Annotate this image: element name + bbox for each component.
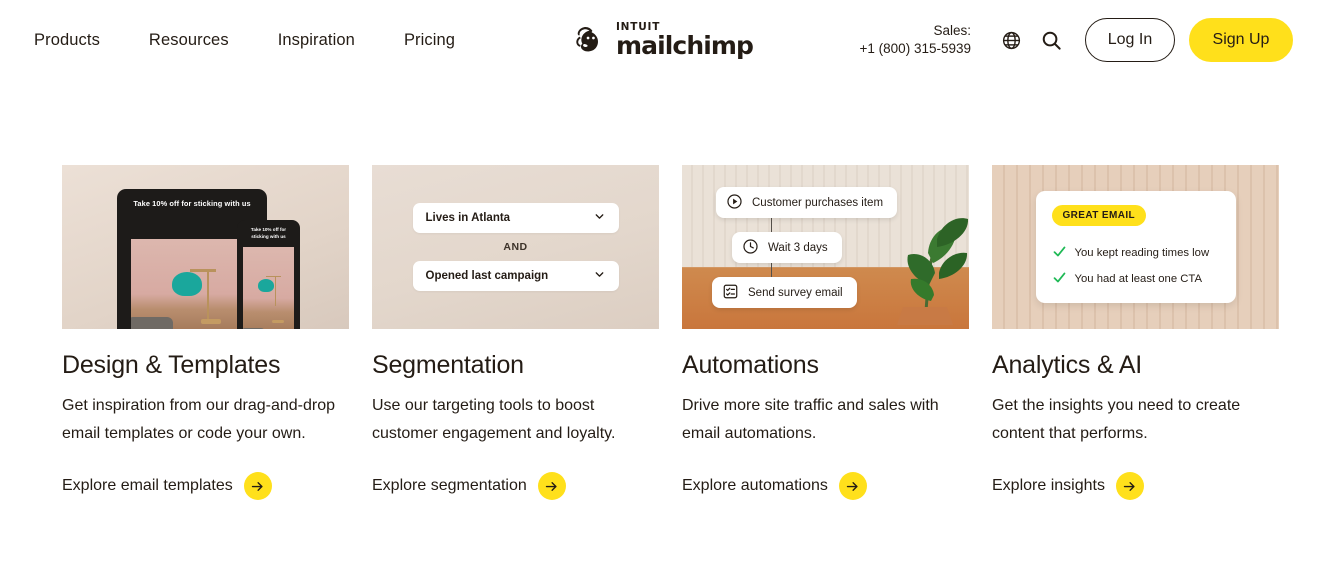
card-cta-label: Explore automations <box>682 477 828 494</box>
check-icon <box>1052 270 1067 288</box>
segment-condition-two[interactable]: Opened last campaign <box>412 261 619 291</box>
nav-item-pricing[interactable]: Pricing <box>404 25 455 56</box>
card-title: Automations <box>682 351 819 379</box>
sales-phone-number[interactable]: +1 (800) 315-5939 <box>860 40 971 58</box>
card-cta-explore-insights[interactable]: Explore insights <box>992 472 1279 500</box>
mailchimp-wordmark: mailchimp <box>615 31 754 61</box>
card-cta-explore-segmentation[interactable]: Explore segmentation <box>372 472 659 500</box>
automation-step-label: Send survey email <box>748 286 843 299</box>
arrow-right-icon <box>537 472 566 500</box>
card-description: Use our targeting tools to boost custome… <box>372 397 616 442</box>
mailchimp-logo[interactable]: INTUIT mailchimp <box>574 20 754 61</box>
feature-card-segmentation: Lives in Atlanta AND Opened last campaig… <box>372 165 659 500</box>
nav-item-resources[interactable]: Resources <box>149 25 229 56</box>
arrow-right-icon <box>838 472 867 500</box>
card-media-automation-flow: Customer purchases item Wait 3 days Send… <box>682 165 969 329</box>
card-title: Design & Templates <box>62 351 281 379</box>
email-insight-panel: GREAT EMAIL You kept reading times low Y… <box>1035 191 1236 303</box>
card-cta-explore-automations[interactable]: Explore automations <box>682 472 969 500</box>
lamp-arm <box>206 269 210 321</box>
phone-lamp-base <box>271 319 284 323</box>
feature-card-analytics-ai: GREAT EMAIL You kept reading times low Y… <box>992 165 1279 500</box>
chevron-down-icon <box>593 210 606 226</box>
card-cta-label: Explore insights <box>992 477 1105 494</box>
phone-chair <box>243 328 265 329</box>
card-media-segment-builder: Lives in Atlanta AND Opened last campaig… <box>372 165 659 329</box>
insight-check-row: You kept reading times low <box>1052 244 1220 262</box>
site-header: Products Resources Inspiration Pricing I… <box>0 0 1327 80</box>
segment-builder-scene: Lives in Atlanta AND Opened last campaig… <box>372 165 659 329</box>
chair <box>131 317 173 329</box>
sign-up-button[interactable]: Sign Up <box>1189 18 1293 62</box>
logo-wordmark: INTUIT mailchimp <box>615 20 754 61</box>
nav-item-inspiration[interactable]: Inspiration <box>278 25 355 56</box>
insight-check-label: You kept reading times low <box>1074 247 1210 259</box>
card-media-device-mockup: Take 10% off for sticking with us Take 1… <box>62 165 349 329</box>
insight-check-row: You had at least one CTA <box>1052 270 1220 288</box>
sales-label: Sales: <box>933 22 971 38</box>
primary-nav: Products Resources Inspiration Pricing <box>34 25 504 56</box>
lamp-shade <box>172 272 203 296</box>
flow-connector <box>771 218 773 232</box>
card-cta-label: Explore segmentation <box>372 477 527 494</box>
clock-icon <box>742 238 759 258</box>
segment-condition-one-label: Lives in Atlanta <box>425 212 511 224</box>
feature-card-design-templates: Take 10% off for sticking with us Take 1… <box>62 165 349 500</box>
automation-step-action[interactable]: Send survey email <box>712 277 857 308</box>
phone-device: Take 10% off for sticking with us <box>237 220 300 329</box>
check-icon <box>1052 244 1067 262</box>
card-description: Get inspiration from our drag-and-drop e… <box>62 397 336 442</box>
search-icon[interactable] <box>1031 20 1071 60</box>
segment-operator: AND <box>503 241 528 253</box>
card-description: Get the insights you need to create cont… <box>992 397 1241 442</box>
card-cta-explore-email-templates[interactable]: Explore email templates <box>62 472 349 500</box>
lamp-crossbar <box>189 269 216 272</box>
phone-lamp-arm <box>274 275 277 306</box>
globe-icon[interactable] <box>991 20 1031 60</box>
insight-card-scene: GREAT EMAIL You kept reading times low Y… <box>992 165 1279 329</box>
phone-photo <box>243 247 294 329</box>
lamp-base <box>200 319 221 324</box>
phone-headline: Take 10% off for sticking with us <box>250 227 287 239</box>
status-badge: GREAT EMAIL <box>1051 205 1147 226</box>
automation-steps: Customer purchases item Wait 3 days Send… <box>682 165 969 329</box>
device-mockup-scene: Take 10% off for sticking with us Take 1… <box>62 165 349 329</box>
card-title: Analytics & AI <box>992 351 1143 379</box>
nav-item-products[interactable]: Products <box>34 25 100 56</box>
automation-step-trigger[interactable]: Customer purchases item <box>716 187 898 218</box>
card-media-insight-card: GREAT EMAIL You kept reading times low Y… <box>992 165 1279 329</box>
automation-step-delay[interactable]: Wait 3 days <box>732 232 842 263</box>
tablet-headline: Take 10% off for sticking with us <box>133 199 251 208</box>
freddie-chimp-icon <box>574 23 608 57</box>
tablet-photo <box>131 239 253 329</box>
play-circle-icon <box>726 193 743 213</box>
card-cta-label: Explore email templates <box>62 477 233 494</box>
flow-connector <box>771 263 773 277</box>
sales-contact: Sales: +1 (800) 315-5939 <box>860 22 971 58</box>
log-in-button[interactable]: Log In <box>1085 18 1175 62</box>
arrow-right-icon <box>243 472 272 500</box>
automation-step-label: Customer purchases item <box>752 196 884 209</box>
phone-lamp-shade <box>257 278 274 292</box>
insight-check-label: You had at least one CTA <box>1074 273 1203 285</box>
checklist-icon <box>722 283 739 303</box>
automation-flow-scene: Customer purchases item Wait 3 days Send… <box>682 165 969 329</box>
card-description: Drive more site traffic and sales with e… <box>682 397 939 442</box>
chevron-down-icon <box>593 268 606 284</box>
header-actions: Sales: +1 (800) 315-5939 Log In Sign Up <box>860 18 1293 62</box>
segment-condition-two-label: Opened last campaign <box>425 270 549 282</box>
automation-step-label: Wait 3 days <box>768 241 828 254</box>
intuit-wordmark: INTUIT <box>615 20 661 33</box>
segment-condition-one[interactable]: Lives in Atlanta <box>412 203 619 233</box>
arrow-right-icon <box>1115 472 1144 500</box>
card-title: Segmentation <box>372 351 524 379</box>
feature-card-grid: Take 10% off for sticking with us Take 1… <box>0 165 1327 500</box>
feature-card-automations: Customer purchases item Wait 3 days Send… <box>682 165 969 500</box>
